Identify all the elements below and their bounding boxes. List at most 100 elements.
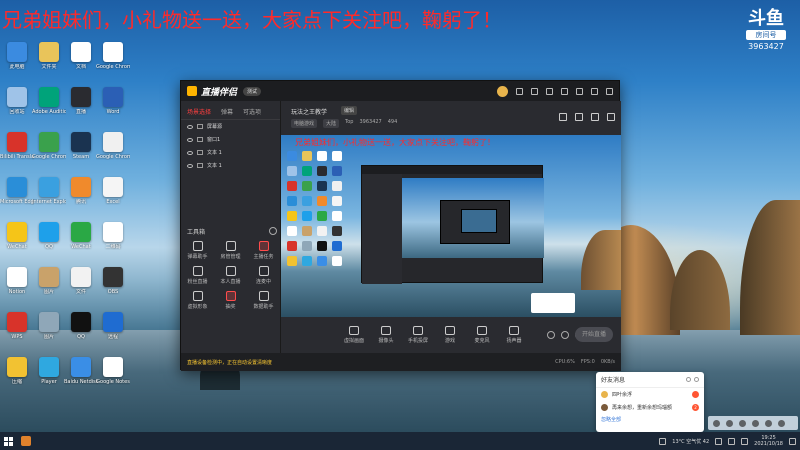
gift-box-icon[interactable] [559, 113, 567, 121]
settings-icon[interactable] [686, 377, 691, 382]
tab-options[interactable]: 可选项 [243, 107, 261, 116]
desktop-icon[interactable]: 回收站 [0, 87, 34, 115]
message-icon[interactable] [516, 87, 523, 95]
desktop-icon[interactable]: Google Notes [96, 357, 130, 385]
edit-button[interactable]: 编辑 [341, 106, 358, 115]
desktop-icon[interactable]: Notion [0, 267, 34, 295]
close-icon[interactable] [606, 87, 613, 95]
tray-app-icon[interactable] [778, 419, 785, 427]
tool-button[interactable]: 虚拟形象 [181, 291, 214, 310]
gift-icon[interactable] [531, 87, 538, 95]
desktop-icon[interactable]: Baidu Netdisk [64, 357, 98, 385]
desktop-icon[interactable]: Excel [96, 177, 130, 205]
ignore-all-link[interactable]: 忽略全部 [596, 414, 704, 425]
desktop-icon[interactable]: OBS [96, 267, 130, 295]
tool-button[interactable]: 房管管理 [214, 241, 247, 260]
desktop-icon[interactable]: Google Chrome [96, 132, 130, 160]
notification-row[interactable]: 四叶余浮 [596, 388, 704, 401]
user-avatar[interactable] [497, 85, 508, 97]
region-chip[interactable]: 大陆 [323, 119, 340, 128]
version-badge[interactable]: 测试 [243, 86, 262, 96]
phone-cast-button[interactable]: 手机投屏 [405, 326, 431, 344]
stream-preview[interactable]: 兄弟姐妹们，小礼物送一送，大家点下关注吧，鞠躬了！ [281, 135, 621, 317]
toolbox-settings-icon[interactable] [269, 227, 277, 235]
tool-button[interactable]: 数据助手 [247, 291, 280, 310]
scene-item[interactable]: 屏幕源 [181, 120, 280, 133]
desktop-icon[interactable]: 压缩 [0, 357, 34, 385]
tray-app-icon[interactable] [752, 419, 759, 427]
visibility-icon[interactable] [187, 150, 193, 155]
desktop-icon[interactable]: 此电脑 [0, 42, 34, 70]
action-label: 虚拟画面 [343, 338, 364, 344]
calendar-icon[interactable] [575, 113, 583, 121]
weather-text[interactable]: 13°C 空气优 42 [672, 438, 709, 445]
desktop-icon[interactable]: Google Chrome [96, 42, 130, 70]
settings-icon[interactable] [546, 87, 553, 95]
tool-button[interactable]: 连麦中 [247, 266, 280, 285]
tray-app-icon[interactable] [726, 419, 733, 427]
windows-start-icon[interactable] [4, 436, 13, 446]
game-button[interactable]: 游戏 [437, 326, 463, 344]
scene-item[interactable]: 文本 1 [181, 146, 280, 159]
visibility-icon[interactable] [187, 124, 193, 129]
microphone-button[interactable]: 麦克风 [469, 326, 495, 344]
share-icon[interactable] [591, 113, 599, 121]
stats-icon[interactable] [561, 331, 569, 339]
tab-danmaku[interactable]: 弹幕 [221, 107, 233, 116]
tray-app-icon[interactable] [765, 419, 772, 427]
menu-icon[interactable] [561, 87, 568, 95]
desktop-icon[interactable]: 文件 [64, 267, 98, 295]
desktop-icon[interactable]: 腾讯 [64, 177, 98, 205]
minimize-icon[interactable] [576, 87, 583, 95]
desktop-icon[interactable]: QQ [32, 222, 66, 250]
tray-app-icon[interactable] [713, 419, 720, 427]
ime-icon[interactable] [741, 437, 749, 445]
desktop-icon[interactable]: Steam [64, 132, 98, 160]
close-icon[interactable] [694, 377, 699, 382]
visibility-icon[interactable] [187, 137, 193, 142]
tool-button[interactable]: 本人直播 [214, 266, 247, 285]
network-icon[interactable] [715, 437, 723, 445]
taskbar-app-icon[interactable] [21, 436, 31, 446]
tool-button[interactable]: 抽奖 [214, 291, 247, 310]
unread-badge [692, 391, 699, 398]
category-chip[interactable]: 电脑游戏 [291, 119, 318, 128]
desktop-icon[interactable]: Google Chrome [32, 132, 66, 160]
desktop-icon[interactable]: 文档 [64, 42, 98, 70]
scene-item[interactable]: 文本 1 [181, 159, 280, 172]
camera-button[interactable]: 摄像头 [373, 326, 399, 344]
desktop-icon[interactable]: Player [32, 357, 66, 385]
notification-row[interactable]: 再来余想，重新余想玛瑙额 2 [596, 401, 704, 414]
record-icon[interactable] [547, 331, 555, 339]
desktop-icon[interactable]: Bilibili Translator [0, 132, 34, 160]
scene-item[interactable]: 窗口1 [181, 133, 280, 146]
desktop-icon[interactable]: 图片 [32, 312, 66, 340]
more-icon[interactable] [607, 113, 615, 121]
desktop-icon[interactable]: Adobe Audition [32, 87, 66, 115]
desktop-icon[interactable]: Internet Explorer [32, 177, 66, 205]
virtual-screen-button[interactable]: 虚拟画面 [341, 326, 367, 344]
desktop-icon[interactable]: WPS [0, 312, 34, 340]
tool-button[interactable]: 主播任务 [247, 241, 280, 260]
tool-button[interactable]: 粉丝直播 [181, 266, 214, 285]
desktop-icon[interactable]: 二维码 [96, 222, 130, 250]
maximize-icon[interactable] [591, 87, 598, 95]
go-live-button[interactable]: 开始直播 [575, 327, 613, 342]
tray-app-icon[interactable] [739, 419, 746, 427]
tab-scenes[interactable]: 场景选择 [187, 107, 211, 116]
notification-center-icon[interactable] [789, 437, 796, 445]
desktop-icon[interactable]: 直播 [64, 87, 98, 115]
tool-button[interactable]: 弹幕助手 [181, 241, 214, 260]
clock[interactable]: 19:25 2021/10/18 [754, 435, 783, 447]
desktop-icon[interactable]: 图片 [32, 267, 66, 295]
desktop-icon[interactable]: Microsoft Edge [0, 177, 34, 205]
volume-icon[interactable] [728, 437, 736, 445]
desktop-icon[interactable]: Word [96, 87, 130, 115]
desktop-icon[interactable]: 文件夹 [32, 42, 66, 70]
desktop-icon[interactable]: 远程 [96, 312, 130, 340]
desktop-icon[interactable]: QQ [64, 312, 98, 340]
desktop-icon[interactable]: WeChat [0, 222, 34, 250]
visibility-icon[interactable] [187, 163, 193, 168]
desktop-icon[interactable]: WeChat [64, 222, 98, 250]
speaker-button[interactable]: 扬声器 [501, 326, 527, 344]
